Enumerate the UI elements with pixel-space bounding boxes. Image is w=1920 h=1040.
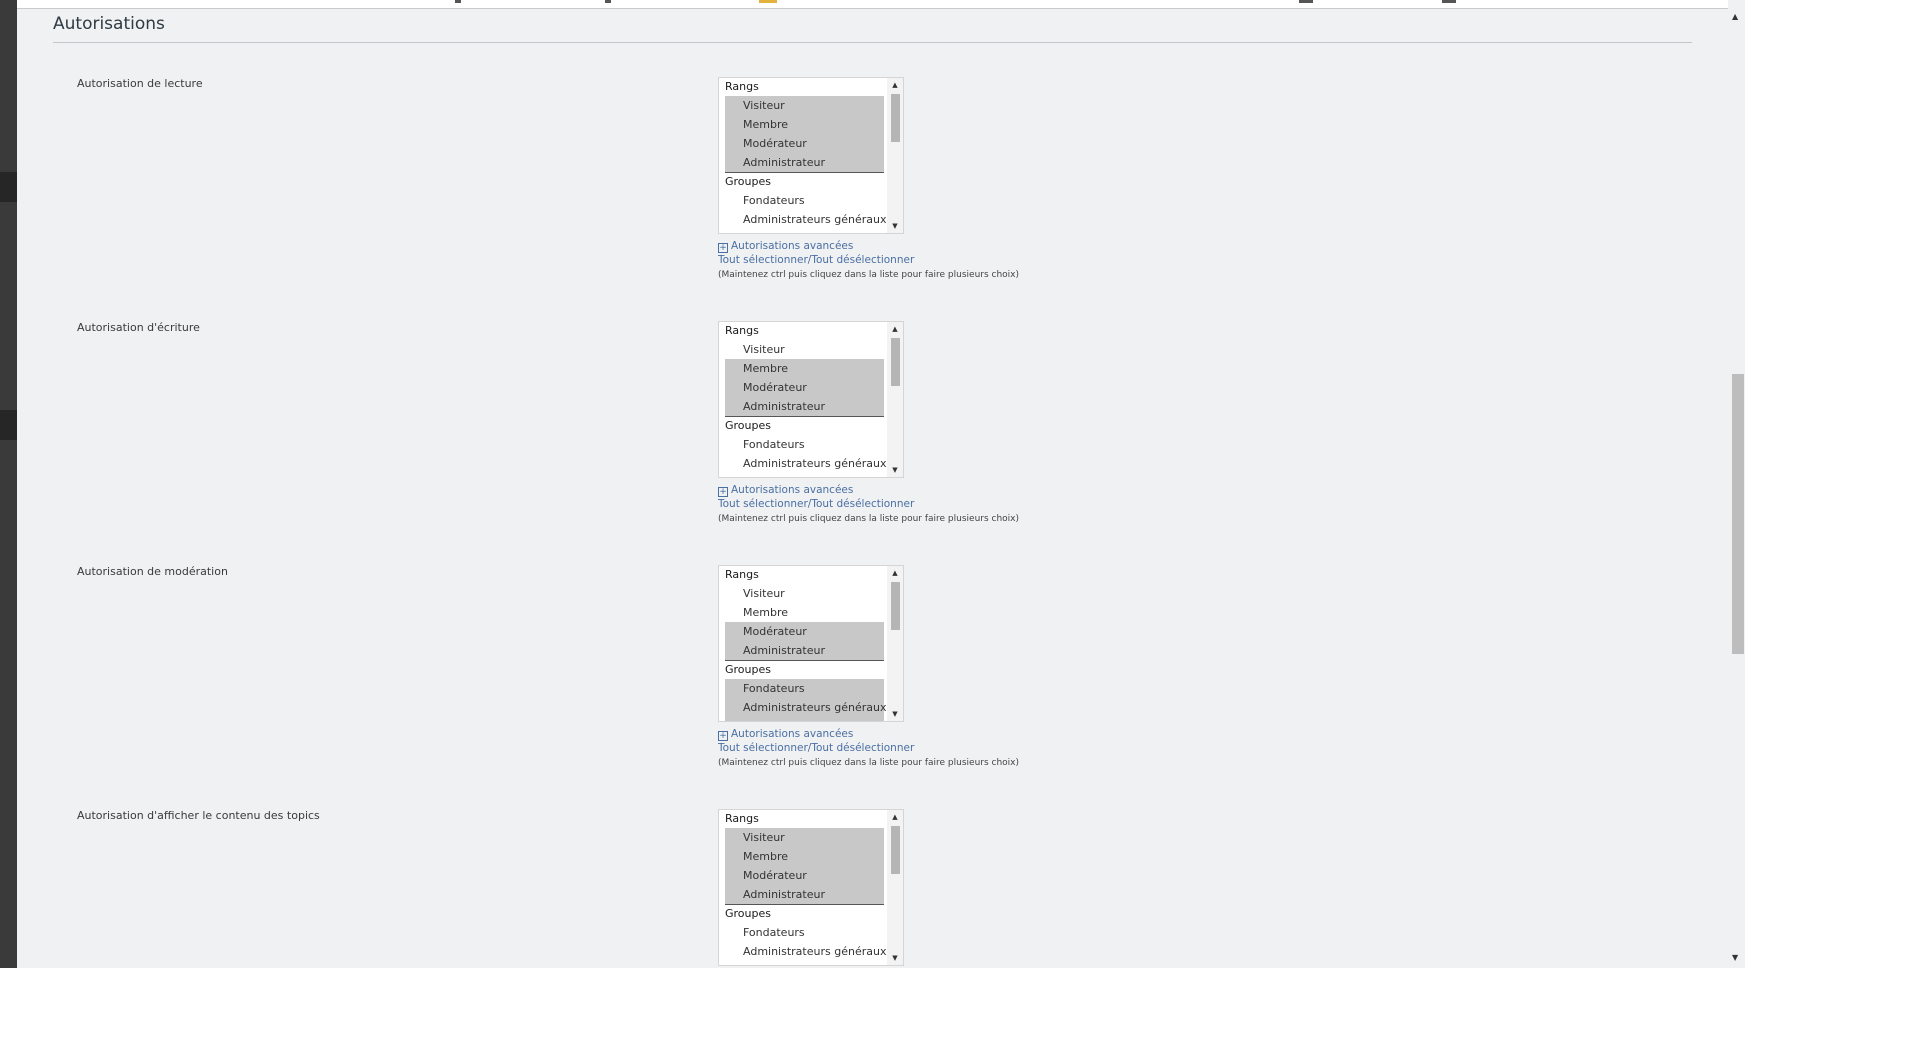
scroll-down-arrow-icon[interactable]: ▼ (887, 709, 903, 719)
section-divider (53, 42, 1692, 43)
rank-option[interactable]: Membre (725, 359, 884, 378)
deselect-all-link[interactable]: Tout désélectionner (811, 498, 914, 510)
advanced-permissions-link[interactable]: + Autorisations avancées (718, 728, 853, 741)
rank-option[interactable]: Visiteur (725, 584, 884, 603)
top-toolbar-fragment (17, 0, 1728, 9)
optgroup-label-ranks: Rangs (725, 80, 759, 93)
expand-plus-icon: + (718, 243, 728, 253)
scroll-up-arrow-icon[interactable]: ▲ (887, 324, 903, 334)
permission-multiselect[interactable]: Rangs Visiteur Membre Modérateur Administrat… (718, 321, 904, 478)
multi-select-hint: (Maintenez ctrl puis cliquez dans la lis… (718, 270, 1020, 280)
toolbar-fragment (1299, 0, 1313, 3)
rank-option[interactable]: Membre (725, 603, 884, 622)
group-option[interactable]: Fondateurs (725, 679, 884, 698)
optgroup-label-ranks: Rangs (725, 324, 759, 337)
toolbar-fragment (605, 0, 611, 3)
select-all-link[interactable]: Tout sélectionner (718, 498, 808, 510)
toolbar-fragment (1442, 0, 1456, 3)
rank-option[interactable]: Modérateur (725, 378, 884, 397)
select-links: Tout sélectionner/Tout désélectionner (718, 254, 914, 266)
optgroup-label-groups: Groupes (725, 663, 771, 676)
left-sidebar-strip (0, 0, 17, 968)
optgroup-label-ranks: Rangs (725, 568, 759, 581)
permission-label: Autorisation de modération (77, 565, 228, 578)
advanced-permissions-link[interactable]: + Autorisations avancées (718, 484, 853, 497)
scroll-down-arrow-icon[interactable]: ▼ (887, 221, 903, 231)
toolbar-fragment (455, 0, 461, 3)
page-viewport: Autorisations Autorisation de lecture Ran… (0, 0, 1745, 968)
rank-option[interactable]: Administrateur (725, 153, 884, 173)
deselect-all-link[interactable]: Tout désélectionner (811, 742, 914, 754)
section-title: Autorisations (53, 14, 165, 34)
listbox-scroll-thumb[interactable] (891, 94, 900, 142)
optgroup-label-groups: Groupes (725, 419, 771, 432)
group-option[interactable]: Administrateurs généraux (725, 698, 886, 717)
scroll-up-arrow-icon[interactable]: ▲ (887, 812, 903, 822)
group-option[interactable]: Admins SS GO (725, 961, 884, 965)
group-option[interactable]: Admins SS GO (725, 473, 884, 477)
listbox-scroll-thumb[interactable] (891, 582, 900, 630)
group-option[interactable]: Admins SS GO (725, 717, 884, 721)
optgroup-label-groups: Groupes (725, 907, 771, 920)
group-option[interactable]: Fondateurs (725, 435, 884, 454)
listbox-scroll-thumb[interactable] (891, 826, 900, 874)
listbox-scroll-thumb[interactable] (891, 338, 900, 386)
page-scrollbar-thumb[interactable] (1732, 374, 1744, 654)
advanced-link-text: Autorisations avancées (731, 240, 854, 252)
rank-option[interactable]: Membre (725, 115, 884, 134)
permission-multiselect[interactable]: Rangs Visiteur Membre Modérateur Administrat… (718, 77, 904, 234)
permission-multiselect[interactable]: Rangs Visiteur Membre Modérateur Administrat… (718, 809, 904, 966)
select-links: Tout sélectionner/Tout désélectionner (718, 498, 914, 510)
expand-plus-icon: + (718, 487, 728, 497)
select-all-link[interactable]: Tout sélectionner (718, 742, 808, 754)
listbox-scrollbar[interactable]: ▲ ▼ (887, 78, 903, 233)
optgroup-label-ranks: Rangs (725, 812, 759, 825)
scroll-up-arrow-icon[interactable]: ▲ (887, 568, 903, 578)
expand-plus-icon: + (718, 731, 728, 741)
scroll-up-arrow-icon[interactable]: ▲ (887, 80, 903, 90)
sidebar-marker (0, 172, 17, 202)
rank-option[interactable]: Administrateur (725, 641, 884, 661)
multi-select-hint: (Maintenez ctrl puis cliquez dans la lis… (718, 758, 1020, 768)
page-scroll-up-arrow[interactable]: ▲ (1732, 12, 1738, 21)
listbox-scrollbar[interactable]: ▲ ▼ (887, 810, 903, 965)
permission-label: Autorisation de lecture (77, 77, 203, 90)
rank-option[interactable]: Administrateur (725, 885, 884, 905)
advanced-link-text: Autorisations avancées (731, 728, 854, 740)
select-links: Tout sélectionner/Tout désélectionner (718, 742, 914, 754)
deselect-all-link[interactable]: Tout désélectionner (811, 254, 914, 266)
multi-select-hint: (Maintenez ctrl puis cliquez dans la lis… (718, 514, 1020, 524)
scroll-down-arrow-icon[interactable]: ▼ (887, 953, 903, 963)
rank-option[interactable]: Modérateur (725, 866, 884, 885)
optgroup-label-groups: Groupes (725, 175, 771, 188)
group-option[interactable]: Admins SS GO (725, 229, 884, 233)
permission-label: Autorisation d'afficher le contenu des t… (77, 809, 320, 822)
rank-option[interactable]: Visiteur (725, 96, 884, 115)
group-option[interactable]: Administrateurs généraux (725, 210, 886, 229)
group-option[interactable]: Fondateurs (725, 191, 884, 210)
select-all-link[interactable]: Tout sélectionner (718, 254, 808, 266)
rank-option[interactable]: Administrateur (725, 397, 884, 417)
rank-option[interactable]: Modérateur (725, 622, 884, 641)
page-scroll-down-arrow[interactable]: ▼ (1732, 953, 1738, 962)
permission-multiselect[interactable]: Rangs Visiteur Membre Modérateur Administrat… (718, 565, 904, 722)
scroll-down-arrow-icon[interactable]: ▼ (887, 465, 903, 475)
group-option[interactable]: Fondateurs (725, 923, 884, 942)
toolbar-fragment (759, 0, 777, 3)
permission-label: Autorisation d'écriture (77, 321, 200, 334)
rank-option[interactable]: Visiteur (725, 340, 884, 359)
listbox-scrollbar[interactable]: ▲ ▼ (887, 566, 903, 721)
rank-option[interactable]: Membre (725, 847, 884, 866)
rank-option[interactable]: Visiteur (725, 828, 884, 847)
listbox-scrollbar[interactable]: ▲ ▼ (887, 322, 903, 477)
group-option[interactable]: Administrateurs généraux (725, 454, 886, 473)
group-option[interactable]: Administrateurs généraux (725, 942, 886, 961)
advanced-permissions-link[interactable]: + Autorisations avancées (718, 240, 853, 253)
advanced-link-text: Autorisations avancées (731, 484, 854, 496)
rank-option[interactable]: Modérateur (725, 134, 884, 153)
sidebar-marker (0, 410, 17, 440)
